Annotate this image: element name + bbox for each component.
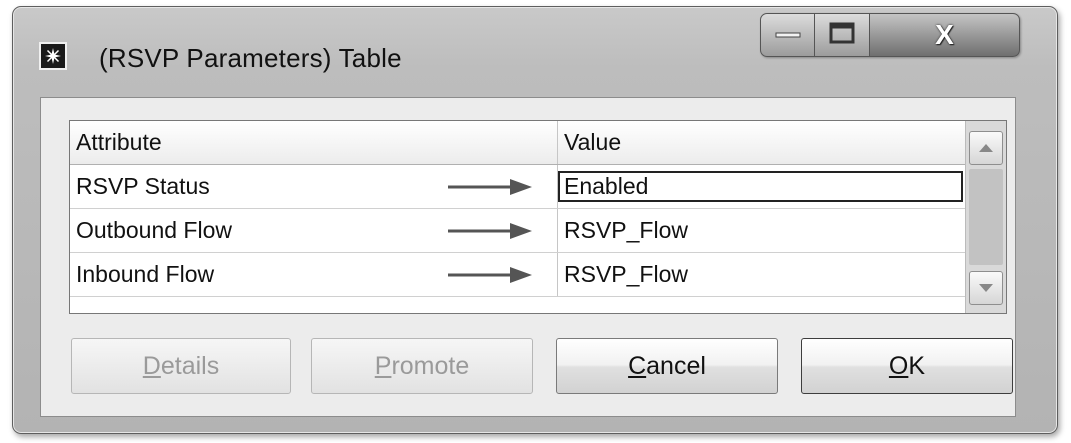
attribute-cell: RSVP Status <box>70 165 558 208</box>
dialog-client-area: Attribute Value RSVP Status Enabled Outb… <box>40 97 1016 417</box>
promote-label: romote <box>391 351 470 380</box>
window-title: (RSVP Parameters) Table <box>99 43 402 73</box>
table-row[interactable]: RSVP Status Enabled <box>70 165 965 209</box>
close-button[interactable]: X <box>870 13 1020 57</box>
attribute-cell: Inbound Flow <box>70 253 558 296</box>
table-grid: Attribute Value RSVP Status Enabled Outb… <box>70 121 965 313</box>
details-button[interactable]: Details <box>71 338 291 394</box>
close-icon: X <box>935 19 954 50</box>
cancel-button[interactable]: Cancel <box>556 338 778 394</box>
vertical-scrollbar[interactable] <box>965 121 1006 313</box>
value-cell[interactable]: RSVP_Flow <box>558 209 965 252</box>
details-mnemonic: D <box>142 351 161 380</box>
cancel-mnemonic: C <box>628 351 647 380</box>
attribute-cell: Outbound Flow <box>70 209 558 252</box>
dialog-window: (RSVP Parameters) Table X Attribute Valu… <box>12 6 1058 434</box>
chevron-up-icon <box>979 139 993 157</box>
column-header-value[interactable]: Value <box>558 121 965 164</box>
right-arrow-icon <box>448 267 532 283</box>
table-header-row: Attribute Value <box>70 121 965 165</box>
right-arrow-icon <box>448 223 532 239</box>
column-header-attribute[interactable]: Attribute <box>70 121 558 164</box>
ok-button[interactable]: OK <box>801 338 1013 394</box>
minimize-button[interactable] <box>760 13 815 57</box>
scroll-thumb[interactable] <box>969 169 1003 265</box>
scroll-up-button[interactable] <box>969 131 1003 165</box>
details-label: etails <box>160 351 220 380</box>
attribute-label: Inbound Flow <box>76 261 215 287</box>
maximize-button[interactable] <box>815 13 870 57</box>
minimize-icon <box>775 26 801 44</box>
value-cell-editor[interactable]: Enabled <box>558 171 963 202</box>
cancel-label: ancel <box>646 351 706 380</box>
app-star-icon <box>39 42 67 70</box>
chevron-down-icon <box>979 279 993 297</box>
right-arrow-icon <box>448 179 532 195</box>
value-cell[interactable]: RSVP_Flow <box>558 253 965 296</box>
caption-buttons: X <box>760 13 1020 57</box>
table-row[interactable]: Outbound Flow RSVP_Flow <box>70 209 965 253</box>
promote-button[interactable]: Promote <box>311 338 533 394</box>
promote-mnemonic: P <box>374 351 392 380</box>
attribute-label: RSVP Status <box>76 173 210 199</box>
title-bar[interactable]: (RSVP Parameters) Table X <box>13 7 1057 97</box>
ok-label: K <box>908 351 926 380</box>
ok-mnemonic: O <box>888 351 909 380</box>
scroll-down-button[interactable] <box>969 271 1003 305</box>
maximize-icon <box>829 22 855 49</box>
attribute-label: Outbound Flow <box>76 217 232 243</box>
table-row[interactable]: Inbound Flow RSVP_Flow <box>70 253 965 297</box>
attribute-table: Attribute Value RSVP Status Enabled Outb… <box>69 120 1007 314</box>
